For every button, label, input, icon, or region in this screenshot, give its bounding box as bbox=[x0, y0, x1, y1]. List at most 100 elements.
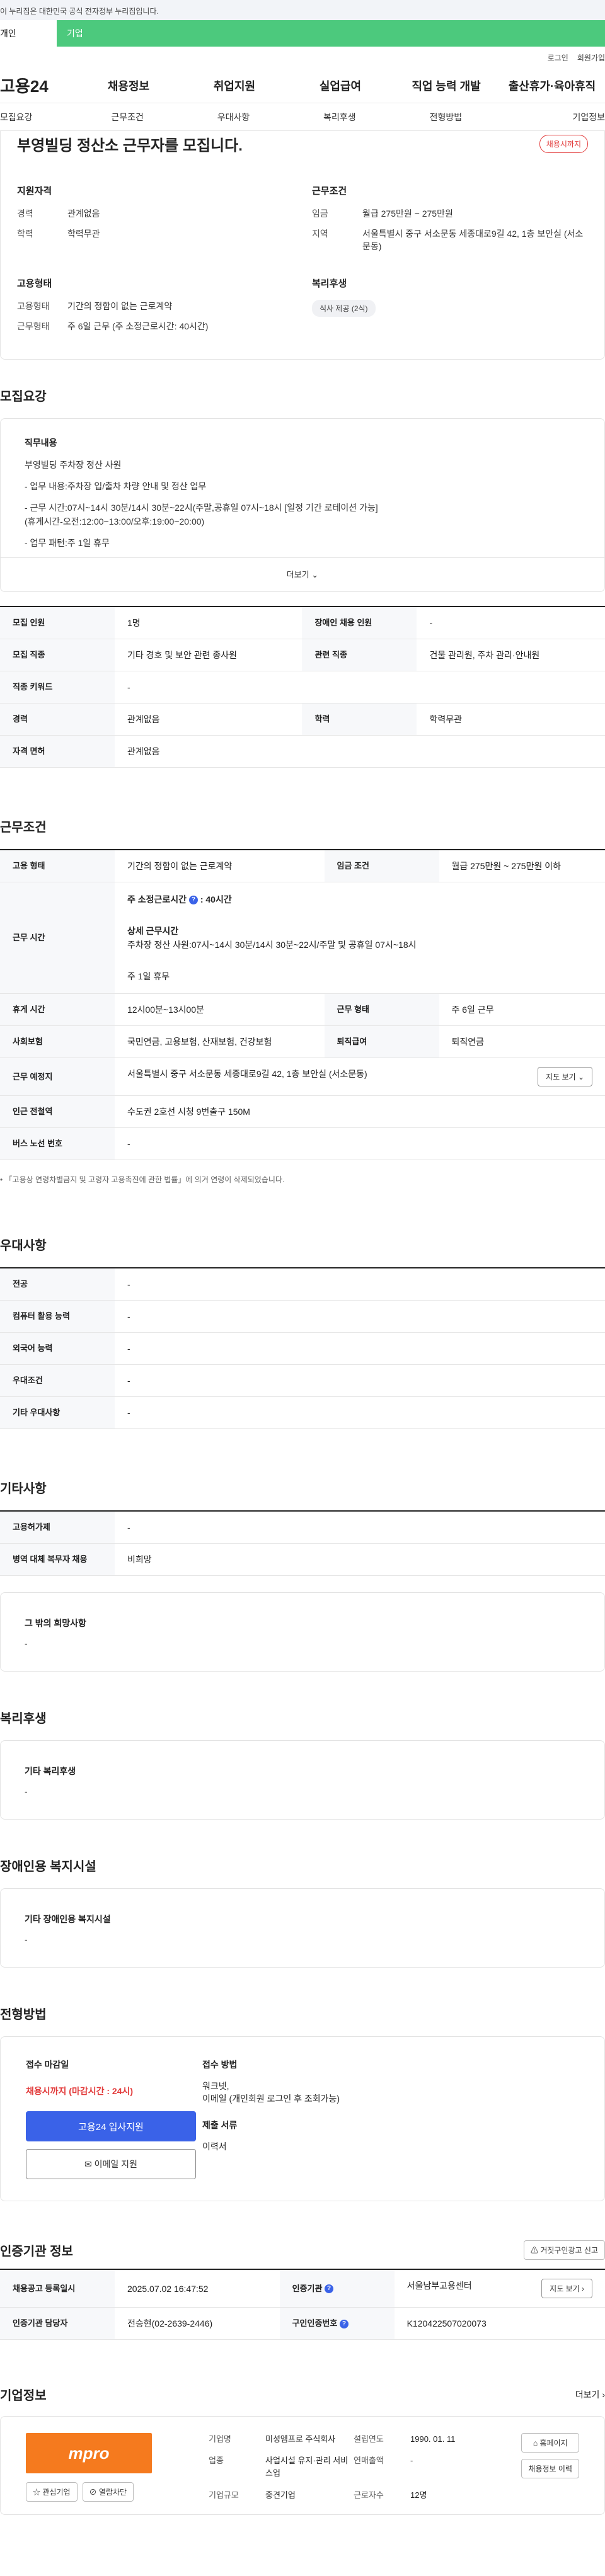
favorite-company-button[interactable]: ☆ 관심기업 bbox=[26, 2482, 78, 2502]
cell-value: - bbox=[115, 1268, 605, 1301]
site-logo[interactable]: 고용24 bbox=[0, 74, 76, 97]
cell-value: - bbox=[115, 1332, 605, 1365]
subnav-benefit[interactable]: 복리후생 bbox=[287, 111, 393, 123]
info-icon[interactable]: ? bbox=[325, 2284, 334, 2294]
process-title: 전형방법 bbox=[0, 2008, 47, 2022]
subnav-pref[interactable]: 우대사항 bbox=[180, 111, 286, 123]
job-history-button[interactable]: 채용정보 이력 bbox=[521, 2459, 579, 2478]
tab-personal[interactable]: 개인 bbox=[0, 20, 57, 47]
cond-label: 지역 bbox=[312, 229, 328, 239]
benefit-box-value: - bbox=[25, 1786, 28, 1796]
cell-label: 구인인증번호 bbox=[292, 2318, 338, 2328]
signup-link[interactable]: 회원가입 bbox=[577, 52, 605, 63]
info-icon[interactable]: ? bbox=[339, 2319, 349, 2328]
subnav-work[interactable]: 근무조건 bbox=[74, 111, 180, 123]
cell-label: 버스 노선 번호 bbox=[0, 1127, 115, 1160]
cell-label: 병역 대체 복무자 채용 bbox=[0, 1543, 115, 1576]
subnav-recruit[interactable]: 모집요강 bbox=[0, 111, 74, 123]
etc-title: 기타사항 bbox=[0, 1482, 47, 1496]
agency-map-button[interactable]: 지도 보기 › bbox=[541, 2279, 592, 2298]
cell-value: 건물 관리원, 주차 관리·안내원 bbox=[417, 639, 605, 671]
age-note: • 「고용상 연령차별금지 및 고령자 고용촉진에 관한 법률」에 의거 연령이… bbox=[0, 1175, 285, 1184]
info-label: 기업명 bbox=[209, 2434, 231, 2444]
day-off-value: 주 1일 휴무 bbox=[127, 971, 170, 981]
duty-box: 직무내용 부영빌딩 주차장 정산 사원 - 업무 내용:주차장 입/출차 차량 … bbox=[0, 418, 605, 592]
cell-label: 자격 면허 bbox=[0, 735, 115, 768]
nav-vocational-training[interactable]: 직업 능력 개발 bbox=[393, 77, 499, 94]
portal-tabs: 개인 기업 bbox=[0, 20, 605, 47]
company-more-link[interactable]: 더보기 › bbox=[575, 2388, 605, 2401]
map-button[interactable]: 지도 보기 ⌄ bbox=[538, 1067, 592, 1086]
cond-value: 서울특별시 중구 서소문동 세종대로9길 42, 1층 보안실 (서소문동) bbox=[362, 229, 584, 251]
cond-section: 근무조건 임금 월급 275만원 ~ 275만원 지역 서울특별시 중구 서소문동 … bbox=[312, 184, 588, 260]
work-table: 고용 형태 기간의 정함이 없는 근로계약 임금 조건 월급 275만원 ~ 275만… bbox=[0, 849, 605, 1160]
cell-value: 수도권 2호선 시청 9번출구 150M bbox=[115, 1095, 605, 1128]
info-label: 기업규모 bbox=[209, 2490, 239, 2500]
siren-icon: ⚠ bbox=[530, 2246, 538, 2255]
nav-unemployment-benefit[interactable]: 실업급여 bbox=[287, 77, 393, 94]
cell-label: 관련 직종 bbox=[302, 639, 417, 671]
info-value: 사업시설 유지·관리 서비스업 bbox=[265, 2456, 349, 2478]
report-button[interactable]: ⚠ 거짓구인광고 신고 bbox=[523, 2240, 605, 2260]
more-label: 더보기 bbox=[286, 570, 309, 579]
section-nav: 모집요강 근무조건 우대사항 복리후생 전형방법 기업정보 bbox=[0, 103, 605, 131]
table-row: 고용허가제 - bbox=[0, 1511, 605, 1544]
company-title: 기업정보 bbox=[0, 2389, 47, 2403]
block-company-button[interactable]: ⊘ 열람차단 bbox=[82, 2482, 134, 2502]
info-label: 근로자수 bbox=[354, 2490, 384, 2500]
cell-label: 외국어 능력 bbox=[0, 1332, 115, 1365]
subnav-company[interactable]: 기업정보 bbox=[499, 111, 605, 123]
cell-value: - bbox=[115, 1396, 605, 1429]
emp-value: 기간의 정함이 없는 근로계약 bbox=[67, 301, 173, 311]
status-badge: 채용시까지 bbox=[539, 134, 588, 153]
company-header: 기업정보 더보기 › bbox=[0, 2385, 605, 2403]
benefit-box-title: 기타 복리후생 bbox=[25, 1766, 76, 1776]
table-row: 근무 예정지 서울특별시 중구 서소문동 세종대로9길 42, 1층 보안실 (서… bbox=[0, 1057, 605, 1096]
weekly-hours-label: 주 소정근로시간 bbox=[127, 894, 187, 904]
age-note-text: 「고용상 연령차별금지 및 고령자 고용촉진에 관한 법률」에 의거 연령이 삭… bbox=[4, 1175, 285, 1184]
tab-company[interactable]: 기업 bbox=[57, 20, 605, 47]
cond-value: 월급 275만원 ~ 275만원 bbox=[362, 208, 453, 219]
table-row: 직종 키워드 - bbox=[0, 671, 605, 704]
cell-label: 퇴직급여 bbox=[324, 1025, 439, 1058]
cell-value: - bbox=[115, 1511, 605, 1544]
cell-label: 기타 우대사항 bbox=[0, 1396, 115, 1429]
company-logo: mpro bbox=[26, 2433, 152, 2473]
benefit-title: 복리후생 bbox=[0, 1712, 47, 1726]
table-row: 경력 관계없음 학력 학력무관 bbox=[0, 703, 605, 736]
cell-label: 고용 형태 bbox=[0, 850, 115, 882]
qual-title: 지원자격 bbox=[17, 186, 52, 197]
info-icon[interactable]: ? bbox=[188, 896, 198, 905]
cell-label: 근무 시간 bbox=[0, 882, 115, 994]
cell-label: 전공 bbox=[0, 1268, 115, 1301]
subnav-process[interactable]: 전형방법 bbox=[393, 111, 498, 123]
table-row: 근무 시간 주 소정근로시간 ? : 40시간 상세 근무시간 주차장 정산 사… bbox=[0, 882, 605, 994]
login-link[interactable]: 로그인 bbox=[548, 52, 568, 63]
work-title: 근무조건 bbox=[0, 821, 47, 835]
qual-value: 관계없음 bbox=[67, 208, 100, 219]
duty-line: 부영빌딩 주차장 정산 사원 bbox=[25, 460, 122, 470]
chevron-down-icon: ⌄ bbox=[577, 1073, 584, 1081]
more-button[interactable]: 더보기 ⌄ bbox=[1, 557, 604, 591]
homepage-button[interactable]: ⌂ 홈페이지 bbox=[521, 2433, 579, 2453]
work-address: 서울특별시 중구 서소문동 세종대로9길 42, 1층 보안실 (서소문동) bbox=[127, 1069, 367, 1079]
email-apply-button[interactable]: ✉ 이메일 지원 bbox=[26, 2149, 196, 2179]
cond-label: 임금 bbox=[312, 208, 328, 219]
recruit-table: 모집 인원 1명 장애인 채용 인원 - 모집 직종 기타 경호 및 보안 관련 종사원… bbox=[0, 606, 605, 768]
table-row: 버스 노선 번호 - bbox=[0, 1127, 605, 1160]
cell-label: 인증기관 bbox=[292, 2283, 323, 2293]
nav-leave[interactable]: 출산휴가·육아휴직 bbox=[499, 77, 605, 94]
report-label: 거짓구인광고 신고 bbox=[540, 2246, 598, 2255]
cell-value: 전승현(02-2639-2446) bbox=[115, 2307, 280, 2340]
qual-value: 학력무관 bbox=[67, 229, 100, 239]
cell-value: 1명 bbox=[115, 607, 302, 639]
nav-employment-support[interactable]: 취업지원 bbox=[182, 77, 287, 94]
apply-button[interactable]: 고용24 입사지원 bbox=[26, 2111, 196, 2141]
benefit-box: 기타 복리후생 - bbox=[0, 1740, 605, 1820]
hope-box: 그 밖의 희망사항 - bbox=[0, 1592, 605, 1672]
cell-label: 경력 bbox=[0, 703, 115, 736]
nav-jobs[interactable]: 채용정보 bbox=[76, 77, 182, 94]
disab-box: 기타 장애인용 복지시설 - bbox=[0, 1888, 605, 1968]
cell-label: 학력 bbox=[302, 703, 417, 736]
duty-title: 직무내용 bbox=[25, 438, 57, 448]
